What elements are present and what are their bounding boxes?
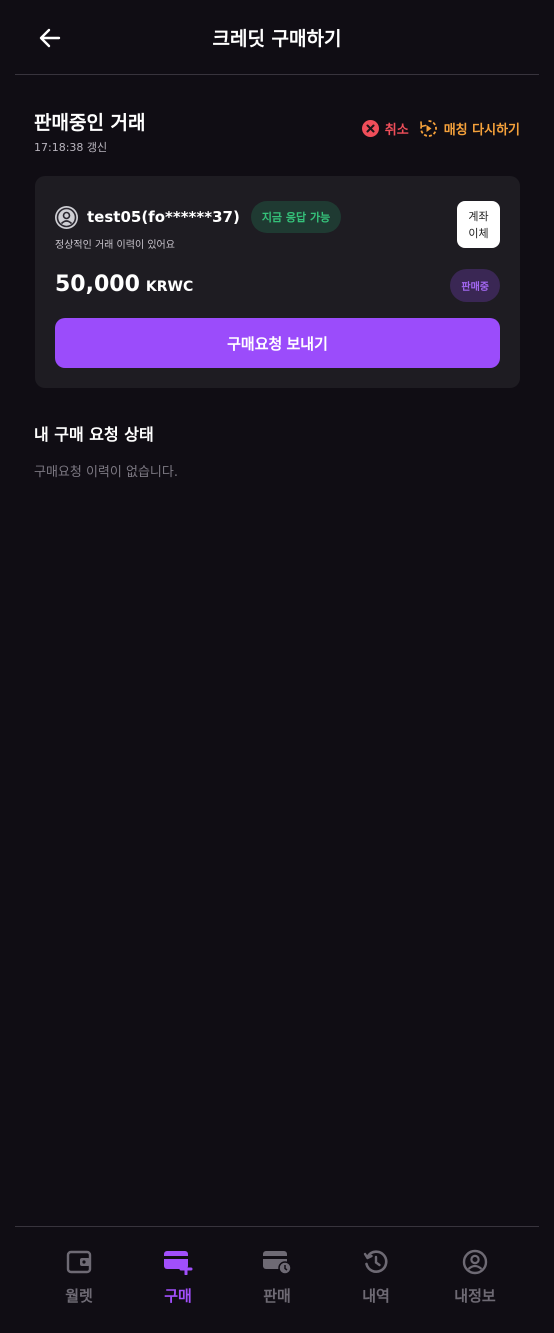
my-requests-empty-text: 구매요청 이력이 없습니다. — [34, 465, 178, 480]
trade-amount: 50,000 — [55, 272, 140, 297]
cancel-label: 취소 — [384, 123, 409, 138]
trade-history-text: 정상적인 거래 이력이 있어요 — [55, 240, 175, 251]
nav-item-buy[interactable]: 구매 — [129, 1247, 227, 1307]
wallet-icon — [64, 1247, 94, 1277]
nav-label-profile: 내정보 — [454, 1287, 496, 1305]
refresh-time: 17:18:38 갱신 — [34, 141, 108, 154]
seller-row: test05(fo******37) 지금 응답 가능 — [55, 201, 342, 233]
rematch-button[interactable]: 매칭 다시하기 — [419, 119, 520, 138]
rematch-label: 매칭 다시하기 — [443, 123, 520, 138]
nav-item-profile[interactable]: 내정보 — [426, 1247, 524, 1307]
trade-card: test05(fo******37) 지금 응답 가능 정상적인 거래 이력이 … — [35, 176, 520, 388]
my-requests-title: 내 구매 요청 상태 — [34, 425, 154, 444]
credit-purchase-page: 크레딧 구매하기 판매중인 거래 17:18:38 갱신 취소 매칭 다시하기 — [0, 0, 554, 1333]
history-icon — [361, 1247, 391, 1277]
nav-item-history[interactable]: 내역 — [327, 1247, 425, 1307]
cancel-icon — [361, 120, 379, 137]
transfer-label-line1: 계좌 — [468, 209, 489, 223]
page-title: 크레딧 구매하기 — [212, 28, 342, 50]
cancel-button[interactable]: 취소 — [361, 119, 409, 138]
nav-item-sell[interactable]: 판매 — [228, 1247, 326, 1307]
respond-available-badge: 지금 응답 가능 — [250, 201, 342, 233]
selling-section-title: 판매중인 거래 — [34, 112, 146, 134]
send-purchase-request-button[interactable]: 구매요청 보내기 — [55, 318, 500, 368]
card-clock-icon — [262, 1247, 292, 1277]
header-divider — [15, 74, 539, 75]
nav-item-wallet[interactable]: 월렛 — [30, 1247, 128, 1307]
status-badge: 판매중 — [450, 269, 500, 302]
nav-label-buy: 구매 — [164, 1287, 192, 1305]
card-plus-icon — [163, 1247, 193, 1277]
currency-unit: KRWC — [145, 279, 194, 295]
bank-transfer-badge: 계좌 이체 — [457, 201, 500, 248]
rematch-icon — [419, 120, 437, 137]
nav-divider — [15, 1226, 539, 1227]
transfer-label-line2: 이체 — [468, 226, 489, 240]
profile-icon — [460, 1247, 490, 1277]
header: 크레딧 구매하기 — [0, 0, 554, 75]
nav-label-sell: 판매 — [263, 1287, 291, 1305]
nav-label-history: 내역 — [362, 1287, 390, 1305]
amount-row: 50,000 KRWC — [55, 272, 193, 297]
trade-actions: 취소 매칭 다시하기 — [361, 119, 520, 138]
user-avatar-icon — [55, 205, 78, 229]
bottom-nav: 월렛 구매 판매 내역 내정보 — [30, 1247, 524, 1307]
nav-label-wallet: 월렛 — [65, 1287, 93, 1305]
seller-username: test05(fo******37) — [87, 208, 240, 226]
